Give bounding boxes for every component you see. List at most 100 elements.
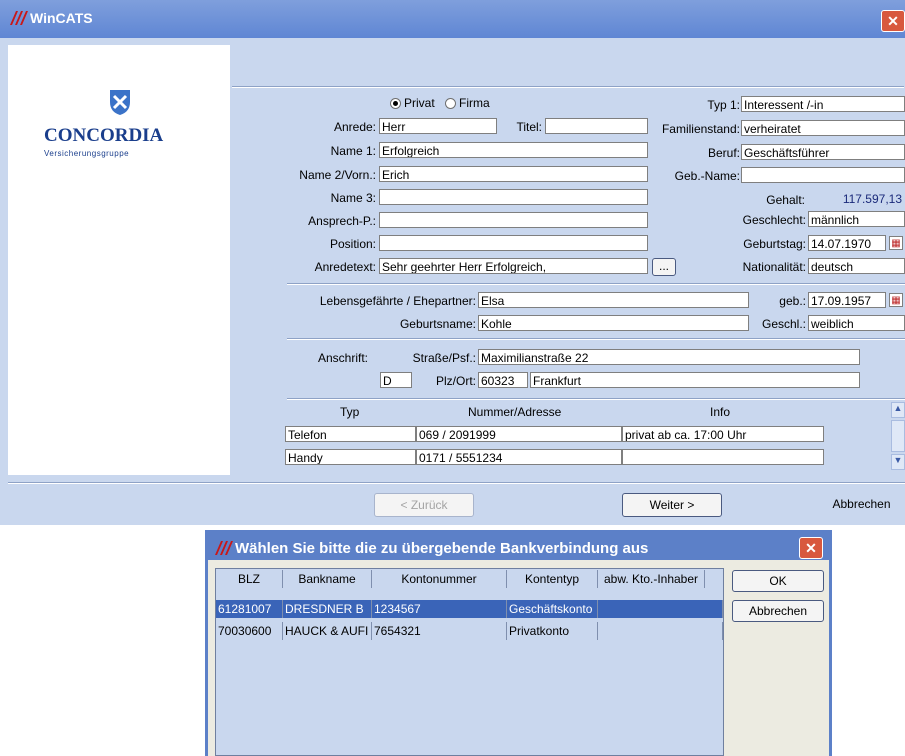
bank-table: BLZ Bankname Kontonummer Kontentyp abw. …: [215, 568, 724, 756]
bank-cell-blz: 61281007: [216, 600, 283, 618]
geburtsname-label: Geburtsname:: [399, 317, 476, 331]
contacts-header-info: Info: [710, 405, 731, 419]
gehalt-label: Gehalt:: [766, 193, 805, 207]
bank-header-bankname[interactable]: Bankname: [283, 570, 372, 588]
nationalitaet-field[interactable]: deutsch: [808, 258, 905, 274]
table-row[interactable]: 61281007 DRESDNER B 1234567 Geschäftskon…: [216, 600, 723, 618]
geschlecht-field[interactable]: männlich: [808, 211, 905, 227]
name1-label: Name 1:: [330, 144, 376, 158]
calendar-icon[interactable]: ▦: [889, 293, 903, 307]
familienstand-label: Familienstand:: [661, 122, 740, 136]
divider: [287, 338, 905, 340]
name3-field[interactable]: [379, 189, 648, 205]
concordia-shield-logo: [110, 90, 130, 115]
bank-cell-bankname: DRESDNER B: [283, 600, 372, 618]
beruf-field[interactable]: Geschäftsführer: [741, 144, 905, 160]
bank-header-kontonummer[interactable]: Kontonummer: [372, 570, 507, 588]
ok-button[interactable]: OK: [732, 570, 824, 592]
strasse-label: Straße/Psf.:: [412, 351, 476, 365]
close-icon[interactable]: ✕: [799, 537, 823, 559]
bank-header-kontentyp[interactable]: Kontentyp: [507, 570, 598, 588]
partner-geb-label: geb.:: [779, 294, 806, 308]
name3-label: Name 3:: [330, 191, 376, 205]
gebname-label: Geb.-Name:: [674, 169, 740, 183]
contact-info[interactable]: privat ab ca. 17:00 Uhr: [622, 426, 824, 442]
scroll-down-icon[interactable]: ▼: [891, 454, 905, 470]
beruf-label: Beruf:: [707, 146, 740, 160]
contact-typ[interactable]: Telefon: [285, 426, 416, 442]
name1-field[interactable]: Erfolgreich: [379, 142, 648, 158]
position-label: Position:: [329, 237, 376, 251]
geburtstag-label: Geburtstag:: [743, 237, 806, 251]
radio-firma-label: Firma: [459, 96, 490, 110]
plz-field[interactable]: 60323: [478, 372, 528, 388]
anrede-field[interactable]: Herr: [379, 118, 497, 134]
calendar-icon[interactable]: ▦: [889, 236, 903, 250]
next-button[interactable]: Weiter >: [622, 493, 722, 517]
partner-field[interactable]: Elsa: [478, 292, 749, 308]
name2-label: Name 2/Vorn.:: [299, 168, 376, 182]
contacts-header-nummer: Nummer/Adresse: [468, 405, 562, 419]
table-row[interactable]: 70030600 HAUCK & AUFI 7654321 Privatkont…: [216, 622, 723, 640]
partner-label: Lebensgefährte / Ehepartner:: [319, 294, 476, 308]
dialog-title: Wählen Sie bitte die zu übergebende Bank…: [235, 540, 649, 557]
main-window: WinCATS ✕ CONCORDIA Versicherungsgruppe …: [0, 0, 905, 525]
familienstand-field[interactable]: verheiratet: [741, 120, 905, 136]
wincats-logo-icon: [10, 11, 28, 25]
strasse-field[interactable]: Maximilianstraße 22: [478, 349, 860, 365]
divider: [232, 86, 904, 88]
contact-typ[interactable]: Handy: [285, 449, 416, 465]
divider: [287, 283, 905, 285]
ansprech-field[interactable]: [379, 212, 648, 228]
contact-nummer[interactable]: 0171 / 5551234: [416, 449, 622, 465]
ansprech-label: Ansprech-P.:: [308, 214, 376, 228]
bank-cell-blz: 70030600: [216, 622, 283, 640]
back-button[interactable]: < Zurück: [374, 493, 474, 517]
name2-field[interactable]: Erich: [379, 166, 648, 182]
partner-geschl-label: Geschl.:: [761, 317, 806, 331]
bank-cell-inhaber: [598, 622, 723, 640]
titel-field[interactable]: [545, 118, 648, 134]
anschrift-label: Anschrift:: [318, 351, 369, 365]
geburtstag-field[interactable]: 14.07.1970: [808, 235, 886, 251]
geburtsname-field[interactable]: Kohle: [478, 315, 749, 331]
radio-privat[interactable]: [390, 98, 401, 109]
scrollbar-track[interactable]: [891, 420, 905, 452]
position-field[interactable]: [379, 235, 648, 251]
gehalt-value: 117.597,13: [809, 190, 905, 206]
gebname-field[interactable]: [741, 167, 905, 183]
contact-nummer[interactable]: 069 / 2091999: [416, 426, 622, 442]
geschlecht-label: Geschlecht:: [742, 213, 806, 227]
bank-dialog: Wählen Sie bitte die zu übergebende Bank…: [205, 530, 832, 756]
bank-cell-typ: Privatkonto: [507, 622, 598, 640]
bank-header-blz[interactable]: BLZ: [216, 570, 283, 588]
anredetext-label: Anredetext:: [314, 260, 376, 274]
anrede-label: Anrede:: [333, 120, 376, 134]
contacts-header-typ: Typ: [340, 405, 360, 419]
company-logo-text: CONCORDIA: [44, 125, 164, 146]
anredetext-ellipsis-button[interactable]: ...: [652, 258, 676, 276]
bank-header-inhaber[interactable]: abw. Kto.-Inhaber: [598, 570, 705, 588]
radio-firma[interactable]: [445, 98, 456, 109]
bank-cell-konto: 7654321: [372, 622, 507, 640]
typ1-field[interactable]: Interessent /-in: [741, 96, 905, 112]
wincats-logo-icon: [215, 541, 233, 555]
dialog-cancel-button[interactable]: Abbrechen: [732, 600, 824, 622]
typ1-label: Typ 1:: [707, 98, 740, 112]
bank-cell-typ: Geschäftskonto: [507, 600, 598, 618]
partner-geschl-field[interactable]: weiblich: [808, 315, 905, 331]
window-title: WinCATS: [30, 10, 93, 26]
bank-cell-inhaber: [598, 600, 723, 618]
land-field[interactable]: D: [380, 372, 412, 388]
plzort-label: Plz/Ort:: [435, 374, 476, 388]
title-bar: [0, 0, 905, 38]
cancel-button[interactable]: Abbrechen: [818, 493, 905, 517]
scroll-up-icon[interactable]: ▲: [891, 402, 905, 418]
anredetext-field[interactable]: Sehr geehrter Herr Erfolgreich,: [379, 258, 648, 274]
bank-cell-konto: 1234567: [372, 600, 507, 618]
close-icon[interactable]: ✕: [881, 10, 905, 32]
partner-geb-field[interactable]: 17.09.1957: [808, 292, 886, 308]
contact-info[interactable]: [622, 449, 824, 465]
ort-field[interactable]: Frankfurt: [530, 372, 860, 388]
bank-cell-bankname: HAUCK & AUFI: [283, 622, 372, 640]
